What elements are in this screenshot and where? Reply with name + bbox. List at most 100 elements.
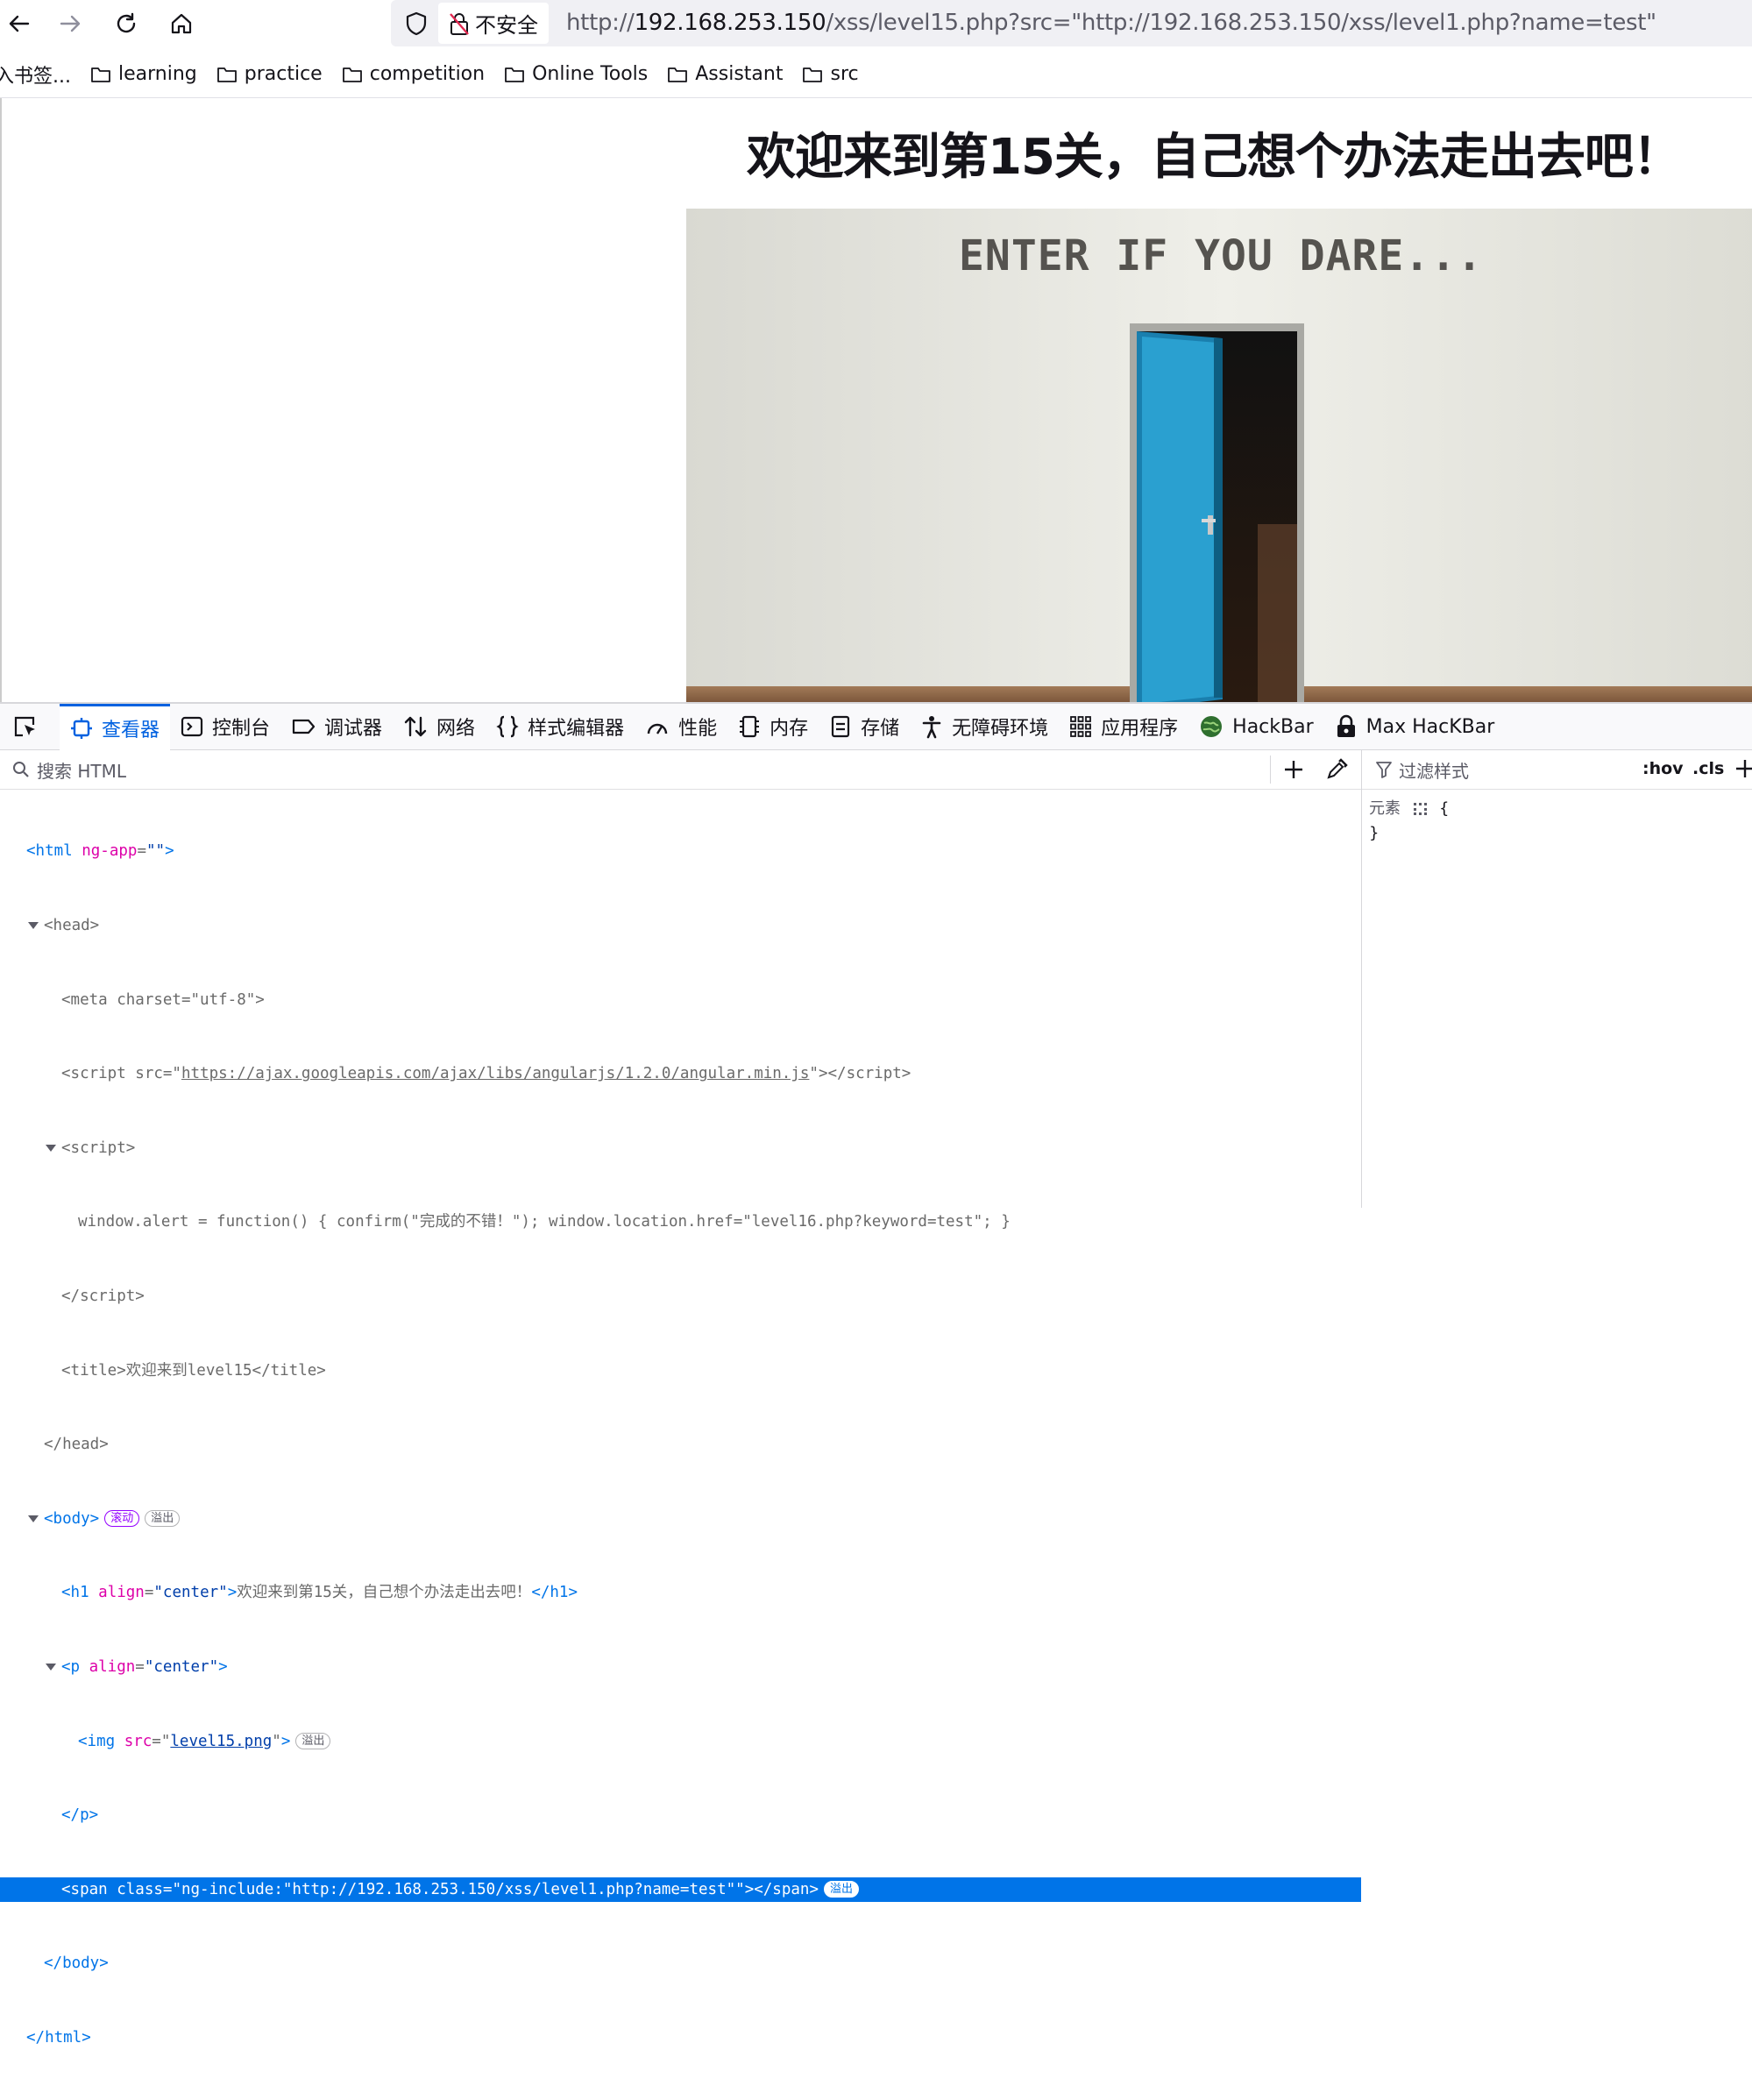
overflow-badge[interactable]: 溢出 <box>295 1733 331 1750</box>
add-rule-button[interactable] <box>1734 757 1752 780</box>
tab-label: 无障碍环境 <box>952 718 1049 740</box>
attr-value: "" <box>145 842 166 861</box>
img-src-link[interactable]: level15.png <box>170 1733 272 1750</box>
markup-panel: 搜索 HTML <html ng-app=""> <head> <meta ch… <box>0 750 1362 2047</box>
bookmark-label: Online Tools <box>532 63 649 85</box>
tab-network[interactable]: 网络 <box>393 704 486 750</box>
cls-toggle[interactable]: .cls <box>1692 759 1724 778</box>
tab-max-hackbar[interactable]: Max HacKBar <box>1324 704 1506 750</box>
inspector-icon <box>71 717 92 739</box>
reload-icon <box>117 12 136 33</box>
h1-text: 欢迎来到第15关，自己想个办法走出去吧！ <box>237 1584 532 1602</box>
node-script-angular[interactable]: <script src="https://ajax.googleapis.com… <box>0 1061 1361 1086</box>
node-script-close: </script> <box>61 1287 145 1305</box>
tab-label: 调试器 <box>324 718 383 740</box>
devtools-tabbar: 查看器 控制台 调试器 网络 样式编辑器 性能 内存 存储 无障碍环境 应用程序… <box>0 702 1752 750</box>
color-picker-button[interactable] <box>1324 757 1349 782</box>
tab-console[interactable]: 控制台 <box>170 704 280 750</box>
bookmark-folder-assistant[interactable]: Assistant <box>667 63 783 85</box>
image-caption: ENTER IF YOU DARE... <box>959 231 1483 280</box>
arrow-left-icon <box>9 15 30 32</box>
twisty-expanded-icon[interactable] <box>45 1662 57 1674</box>
node-p[interactable]: <p align="center"> <box>0 1655 1361 1679</box>
script-src-link[interactable]: https://ajax.googleapis.com/ajax/libs/an… <box>181 1065 809 1082</box>
bookmark-label: Assistant <box>695 63 784 85</box>
hov-toggle[interactable]: :hov <box>1642 759 1684 778</box>
bookmark-label: 入书签... <box>0 65 71 88</box>
search-icon <box>13 762 29 777</box>
reload-button[interactable] <box>107 4 145 43</box>
html-search-placeholder: 搜索 HTML <box>37 760 127 782</box>
bookmark-folder-practice[interactable]: practice <box>216 63 323 85</box>
filter-styles-box[interactable]: 过滤样式 :hov .cls <box>1362 750 1752 790</box>
tab-performance[interactable]: 性能 <box>635 704 727 750</box>
braces-icon <box>496 715 519 738</box>
element-picker-button[interactable] <box>0 704 60 750</box>
url-text[interactable]: http://192.168.253.150/xss/level15.php?s… <box>566 10 1656 36</box>
tab-style-editor[interactable]: 样式编辑器 <box>486 704 635 750</box>
tab-label: 样式编辑器 <box>528 718 625 740</box>
home-icon <box>171 13 192 34</box>
overflow-badge[interactable]: 溢出 <box>823 1881 859 1898</box>
folder-icon <box>342 67 362 82</box>
bookmark-import[interactable]: 入书签... <box>0 60 71 89</box>
divider <box>1270 756 1271 784</box>
plus-icon <box>1736 760 1752 777</box>
tab-debugger[interactable]: 调试器 <box>280 704 393 750</box>
overflow-badge[interactable]: 溢出 <box>145 1510 181 1528</box>
tab-label: 应用程序 <box>1101 718 1179 740</box>
tab-memory[interactable]: 内存 <box>727 704 819 750</box>
node-script-text[interactable]: window.alert = function() { confirm("完成的… <box>0 1210 1361 1234</box>
bookmark-label: competition <box>369 63 486 85</box>
node-body[interactable]: <body> 滚动 溢出 <box>0 1507 1361 1531</box>
tab-application[interactable]: 应用程序 <box>1059 704 1188 750</box>
tab-label: 性能 <box>678 718 718 740</box>
attr-value: "center" <box>144 1657 219 1676</box>
folder-icon <box>216 67 237 82</box>
twisty-expanded-icon[interactable] <box>45 1143 57 1155</box>
html-search-box[interactable]: 搜索 HTML <box>0 750 1361 790</box>
tab-label: HackBar <box>1232 715 1314 738</box>
rule-selector: 元素 <box>1369 799 1401 818</box>
twisty-expanded-icon[interactable] <box>27 920 39 933</box>
tab-label: 网络 <box>436 718 476 740</box>
node-h1[interactable]: <h1 align="center">欢迎来到第15关，自己想个办法走出去吧！<… <box>0 1580 1361 1605</box>
node-span-selected[interactable]: <span class="ng-include:"http://192.168.… <box>0 1877 1361 1902</box>
node-script[interactable]: <script> <box>0 1136 1361 1160</box>
gauge-icon <box>647 723 668 734</box>
node-img[interactable]: <img src="level15.png"> 溢出 <box>0 1729 1361 1754</box>
folder-icon <box>505 67 524 82</box>
attr-name: ng-app <box>82 842 138 861</box>
bookmark-folder-src[interactable]: src <box>802 63 859 85</box>
node-title[interactable]: <title>欢迎来到level15</title> <box>0 1359 1361 1383</box>
scroll-badge[interactable]: 滚动 <box>104 1510 140 1528</box>
arrow-right-icon <box>60 15 81 32</box>
twisty-expanded-icon[interactable] <box>27 1514 39 1526</box>
bookmark-folder-learning[interactable]: learning <box>90 63 197 85</box>
node-html[interactable]: <html ng-app=""> <box>0 839 1361 863</box>
url-bar[interactable]: 不安全 http://192.168.253.150/xss/level15.p… <box>391 0 1752 46</box>
back-button[interactable] <box>0 4 39 43</box>
tab-accessibility[interactable]: 无障碍环境 <box>910 704 1059 750</box>
bookmark-folder-online-tools[interactable]: Online Tools <box>504 63 648 85</box>
tab-storage[interactable]: 存储 <box>819 704 910 750</box>
tab-label: 内存 <box>770 718 809 740</box>
memory-chip-icon <box>740 715 760 738</box>
shield-icon <box>406 11 427 36</box>
tracking-protection-button[interactable] <box>400 7 433 40</box>
home-button[interactable] <box>162 4 201 43</box>
title-text: 欢迎来到level15 <box>125 1361 252 1380</box>
node-meta[interactable]: <meta charset="utf-8"> <box>0 988 1361 1012</box>
site-security-indicator[interactable]: 不安全 <box>438 3 549 44</box>
tab-label: Max HacKBar <box>1365 715 1495 738</box>
forward-button[interactable] <box>51 4 89 43</box>
tab-inspector[interactable]: 查看器 <box>60 703 171 750</box>
bookmark-folder-competition[interactable]: competition <box>342 63 485 85</box>
node-head[interactable]: <head> <box>0 913 1361 938</box>
folder-icon <box>668 67 688 82</box>
tab-hackbar[interactable]: HackBar <box>1188 704 1323 750</box>
drag-dots-icon[interactable] <box>1413 802 1429 816</box>
browser-toolbar: 不安全 http://192.168.253.150/xss/level15.p… <box>0 0 1752 47</box>
url-host: 192.168.253.150 <box>634 10 826 36</box>
add-node-button[interactable] <box>1281 757 1306 782</box>
